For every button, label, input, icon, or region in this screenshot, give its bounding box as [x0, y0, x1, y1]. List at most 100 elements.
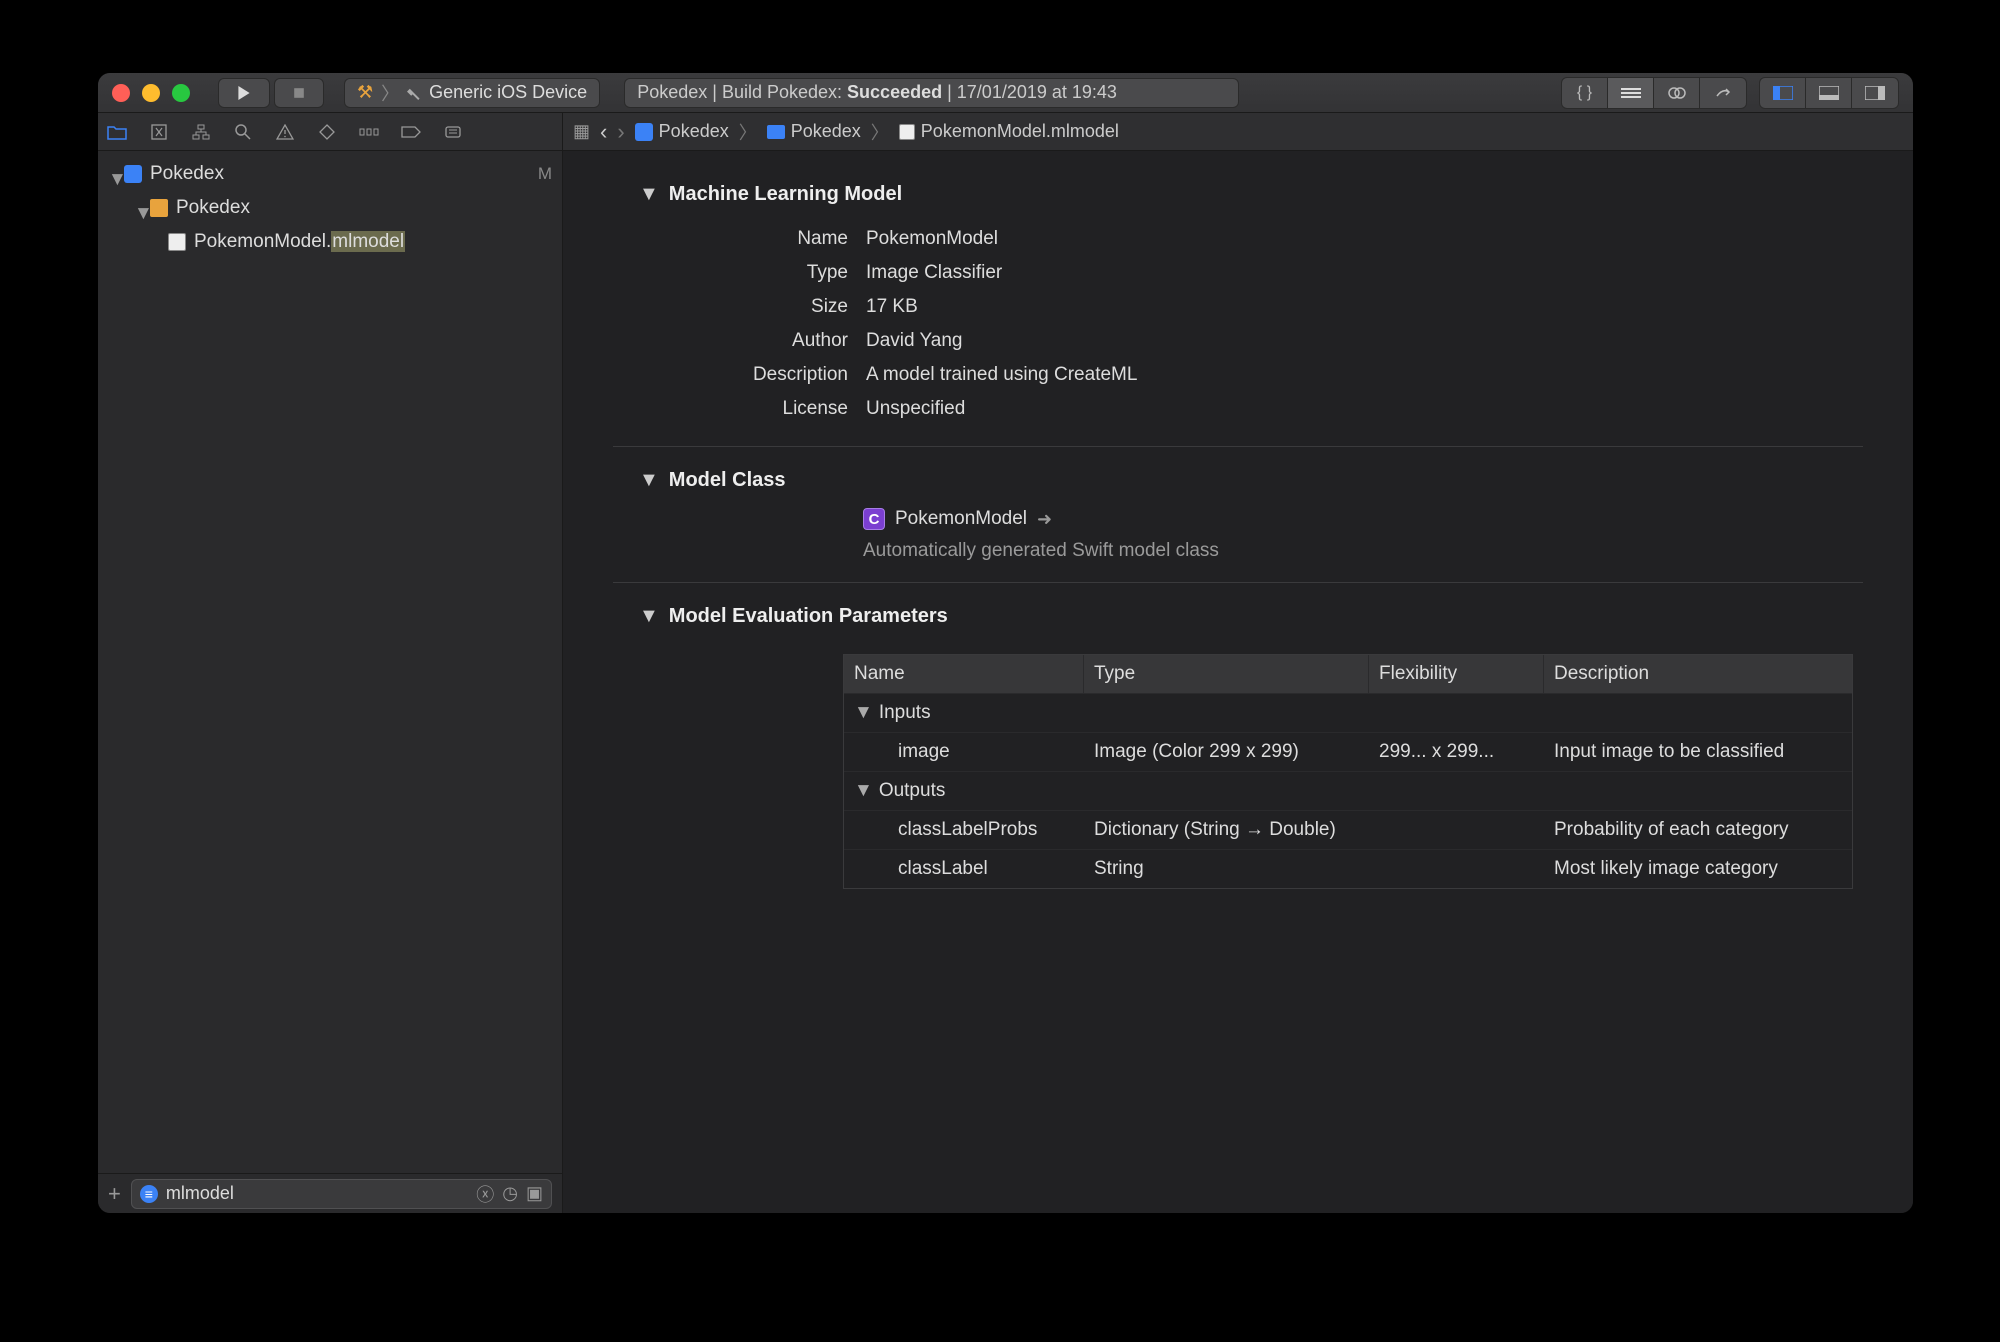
status-sep3: | — [942, 82, 957, 103]
forward-button[interactable]: › — [617, 119, 624, 145]
find-navigator-tab[interactable] — [232, 121, 254, 143]
kv-author: Author David Yang — [663, 324, 1813, 358]
kv-description: DescriptionA model trained using CreateM… — [663, 358, 1813, 392]
activity-status[interactable]: Pokedex | Build Pokedex: Succeeded | 17/… — [624, 78, 1239, 108]
disclosure-icon[interactable]: ▼ — [854, 702, 873, 724]
status-project: Pokedex — [637, 82, 707, 103]
close-button[interactable] — [112, 84, 130, 102]
editor-standard[interactable]: { } — [1562, 78, 1608, 108]
filter-field[interactable]: ≡ ⓧ ◷ ▣ — [131, 1179, 552, 1209]
chevron-icon: 〉 — [739, 119, 757, 145]
filter-type-icon[interactable]: ≡ — [140, 1185, 158, 1203]
disclosure-icon[interactable]: ▼ — [639, 469, 659, 492]
project-icon — [124, 165, 142, 183]
tree-file[interactable]: PokemonModel.mlmodel — [98, 225, 562, 259]
gauge-icon — [359, 125, 379, 139]
param-desc: Input image to be classified — [1544, 733, 1852, 771]
tree-root-label: Pokedex — [150, 163, 224, 185]
source-control-tab[interactable] — [148, 121, 170, 143]
crumb-group[interactable]: Pokedex — [767, 121, 861, 142]
mlmodel-icon — [168, 233, 186, 251]
navigator-tabs — [98, 113, 563, 150]
outputs-group[interactable]: ▼Outputs — [844, 771, 1852, 810]
tree-root[interactable]: ▼ Pokedex M — [98, 157, 562, 191]
disclosure-icon[interactable]: ▼ — [639, 183, 659, 206]
disclosure-icon[interactable]: ▼ — [134, 203, 144, 213]
zoom-button[interactable] — [172, 84, 190, 102]
panel-right-icon — [1865, 86, 1885, 100]
editor-assistant[interactable] — [1608, 78, 1654, 108]
crumb-project[interactable]: Pokedex — [635, 121, 729, 142]
clear-filter-icon[interactable]: ⓧ — [476, 1181, 494, 1207]
editor-mode-segment: { } — [1561, 77, 1747, 109]
value: David Yang — [866, 330, 962, 352]
toggle-navigator[interactable] — [1760, 78, 1806, 108]
disclosure-icon[interactable]: ▼ — [854, 780, 873, 802]
param-desc: Probability of each category — [1544, 811, 1852, 849]
chevron-icon: 〉 — [871, 119, 889, 145]
hammer-icon — [407, 86, 421, 100]
crumb-file[interactable]: PokemonModel.mlmodel — [899, 121, 1119, 142]
table-row[interactable]: classLabel String Most likely image cate… — [844, 849, 1852, 888]
jump-to-class-icon[interactable]: ➜ — [1037, 509, 1052, 530]
body: ▼ Pokedex M ▼ Pokedex PokemonModel.mlmod… — [98, 151, 1913, 1213]
run-stop-group — [218, 78, 324, 108]
breakpoint-icon — [401, 126, 421, 138]
clock-icon[interactable]: ◷ — [502, 1183, 518, 1204]
inputs-group[interactable]: ▼Inputs — [844, 693, 1852, 732]
back-button[interactable]: ‹ — [600, 119, 607, 145]
table-row[interactable]: classLabelProbs Dictionary (String → Dou… — [844, 810, 1852, 849]
param-type: String — [1084, 850, 1369, 888]
jump-bar: ▦ ‹ › Pokedex 〉 Pokedex 〉 PokemonModel.m… — [563, 113, 1913, 150]
test-navigator-tab[interactable] — [316, 121, 338, 143]
param-desc: Most likely image category — [1544, 850, 1852, 888]
scm-filter-icon[interactable]: ▣ — [526, 1183, 543, 1204]
symbol-navigator-tab[interactable] — [190, 121, 212, 143]
warning-icon — [276, 124, 294, 140]
editor-version[interactable] — [1654, 78, 1700, 108]
table-row[interactable]: image Image (Color 299 x 299) 299... x 2… — [844, 732, 1852, 771]
params-table: Name Type Flexibility Description ▼Input… — [843, 654, 1853, 889]
col-name[interactable]: Name — [844, 655, 1084, 693]
scheme-selector[interactable]: ⚒ 〉 Generic iOS Device — [344, 78, 600, 108]
tree-group[interactable]: ▼ Pokedex — [98, 191, 562, 225]
param-type: Image (Color 299 x 299) — [1084, 733, 1369, 771]
run-button[interactable] — [218, 78, 270, 108]
stop-button[interactable] — [274, 78, 324, 108]
report-navigator-tab[interactable] — [442, 121, 464, 143]
section-header[interactable]: ▼ Model Evaluation Parameters — [639, 593, 1813, 644]
toggle-inspector[interactable] — [1852, 78, 1898, 108]
section-header[interactable]: ▼ Model Class — [639, 457, 1813, 508]
param-name: image — [844, 733, 1084, 771]
value: 17 KB — [866, 296, 918, 318]
section-header[interactable]: ▼ Machine Learning Model — [639, 171, 1813, 222]
status-sep: | — [707, 82, 722, 103]
project-navigator-tab[interactable] — [106, 121, 128, 143]
param-flex: 299... x 299... — [1369, 733, 1544, 771]
issue-navigator-tab[interactable] — [274, 121, 296, 143]
related-items-icon[interactable]: ▦ — [573, 121, 590, 142]
label: Size — [663, 296, 848, 318]
project-icon — [635, 123, 653, 141]
col-description[interactable]: Description — [1544, 655, 1852, 693]
filter-input[interactable] — [166, 1183, 468, 1204]
add-button[interactable]: + — [108, 1181, 121, 1207]
disclosure-icon[interactable]: ▼ — [639, 605, 659, 628]
folder-icon — [107, 124, 127, 140]
editor-fourth[interactable] — [1700, 78, 1746, 108]
disclosure-icon[interactable]: ▼ — [108, 169, 118, 179]
stop-icon — [293, 87, 305, 99]
breakpoint-navigator-tab[interactable] — [400, 121, 422, 143]
value: A model trained using CreateML — [866, 364, 1137, 386]
col-type[interactable]: Type — [1084, 655, 1369, 693]
editor-main: ▼ Machine Learning Model Name PokemonMode… — [563, 151, 1913, 1213]
class-name: PokemonModel — [895, 508, 1027, 530]
minimize-button[interactable] — [142, 84, 160, 102]
table-header: Name Type Flexibility Description — [844, 655, 1852, 693]
play-icon — [237, 86, 251, 100]
section-model-class: ▼ Model Class C PokemonModel ➜ Automatic… — [613, 447, 1863, 583]
col-flexibility[interactable]: Flexibility — [1369, 655, 1544, 693]
toggle-debug[interactable] — [1806, 78, 1852, 108]
debug-navigator-tab[interactable] — [358, 121, 380, 143]
label: Author — [663, 330, 848, 352]
